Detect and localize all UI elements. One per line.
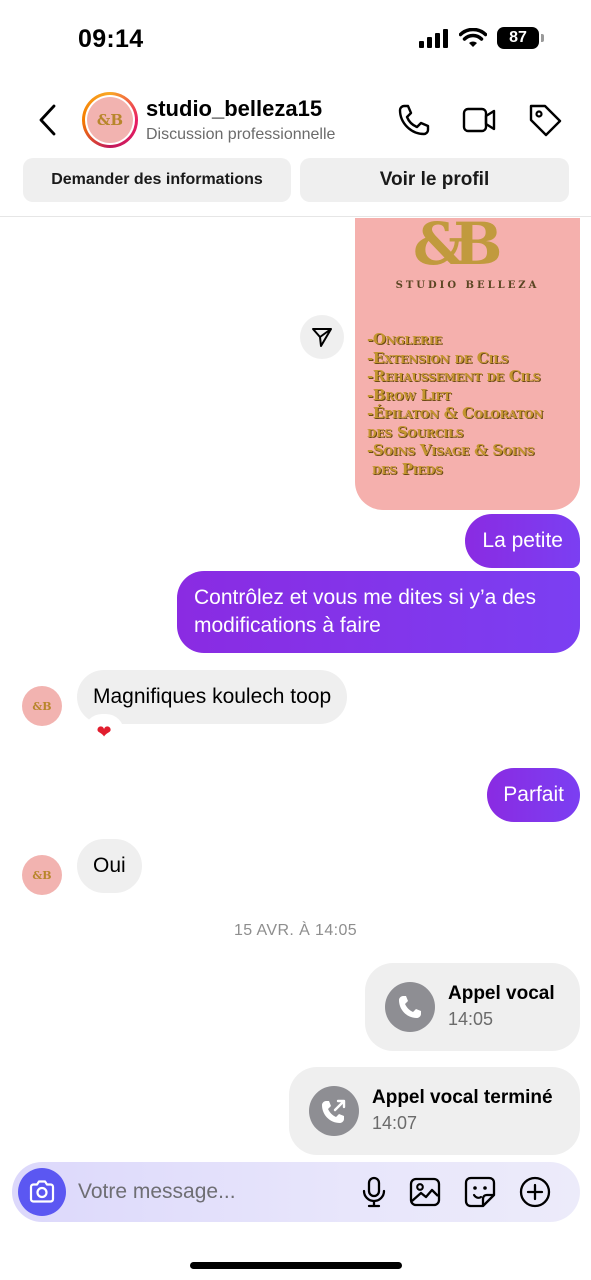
avatar-logo: &B [87,97,133,143]
service-item: -Épilaton & Coloraton [367,404,543,422]
sender-avatar[interactable]: &B [22,686,62,726]
view-profile-button[interactable]: Voir le profil [300,158,569,202]
call-title: Appel vocal terminé [372,1087,553,1108]
phone-icon [385,982,435,1032]
chat-header: &B studio_belleza15 Discussion professio… [0,84,591,156]
tag-label-icon[interactable] [527,102,563,138]
battery-indicator: 87 [497,27,544,49]
contact-subtitle: Discussion professionnelle [146,126,336,143]
incoming-message[interactable]: Oui [77,839,142,893]
wifi-icon [459,27,487,47]
cellular-signal-icon [419,29,448,48]
back-arrow-icon[interactable] [34,102,64,138]
service-item: -Extension de Cils [367,348,509,367]
sender-avatar[interactable]: &B [22,855,62,895]
header-divider [0,216,591,217]
service-item: des Sourcils [367,422,464,441]
service-item: -Onglerie [367,330,442,348]
microphone-icon[interactable] [357,1175,391,1209]
service-item: -Soins Visage & Soins [367,441,535,459]
message-input[interactable] [78,1176,338,1208]
service-item: -Rehaussement de Cils [367,367,541,385]
call-title: Appel vocal [448,983,555,1004]
contact-name[interactable]: studio_belleza15 [146,96,322,122]
camera-icon [29,1180,55,1203]
sticker-icon[interactable] [463,1175,497,1209]
outgoing-message[interactable]: Parfait [487,768,580,822]
studio-brand-name: STUDIO BELLEZA [395,280,540,291]
outgoing-message[interactable]: La petite [465,514,580,568]
services-list: -Onglerie -Extension de Cils -Rehausseme… [367,330,543,478]
request-info-button[interactable]: Demander des informations [23,158,291,202]
call-time: 14:07 [372,1113,418,1133]
video-call-icon[interactable] [461,102,497,138]
outgoing-call-icon [309,1086,359,1136]
call-time: 14:05 [448,1009,494,1029]
voice-call-card[interactable]: Appel vocal 14:05 [365,963,580,1051]
studio-logo: &B [413,218,502,278]
phone-call-icon[interactable] [396,102,432,138]
incoming-message[interactable]: Magnifiques koulech toop [77,670,348,724]
status-time: 09:14 [78,25,144,53]
voice-call-ended-card[interactable]: Appel vocal terminé 14:07 [289,1067,580,1155]
outgoing-message[interactable]: Contrôlez et vous me dites si y’a des mo… [177,571,580,653]
heart-reaction-icon[interactable]: ❤ [84,714,124,750]
camera-button[interactable] [18,1168,66,1216]
message-composer [12,1162,580,1222]
home-indicator[interactable] [190,1262,402,1269]
share-button[interactable] [300,315,344,359]
contact-avatar[interactable]: &B [82,92,138,148]
gallery-image-icon[interactable] [408,1175,442,1209]
add-plus-icon[interactable] [518,1175,552,1209]
chat-timestamp: 15 AVR. À 14:05 [233,922,358,939]
status-bar: 09:14 87 [0,0,591,80]
shared-image-card[interactable]: &B STUDIO BELLEZA -Onglerie -Extension d… [355,218,580,510]
service-item: -Brow Lift [367,385,451,404]
send-paper-plane-icon [312,328,332,347]
status-icons: 87 [419,27,544,49]
service-item: des Pieds [367,459,443,478]
